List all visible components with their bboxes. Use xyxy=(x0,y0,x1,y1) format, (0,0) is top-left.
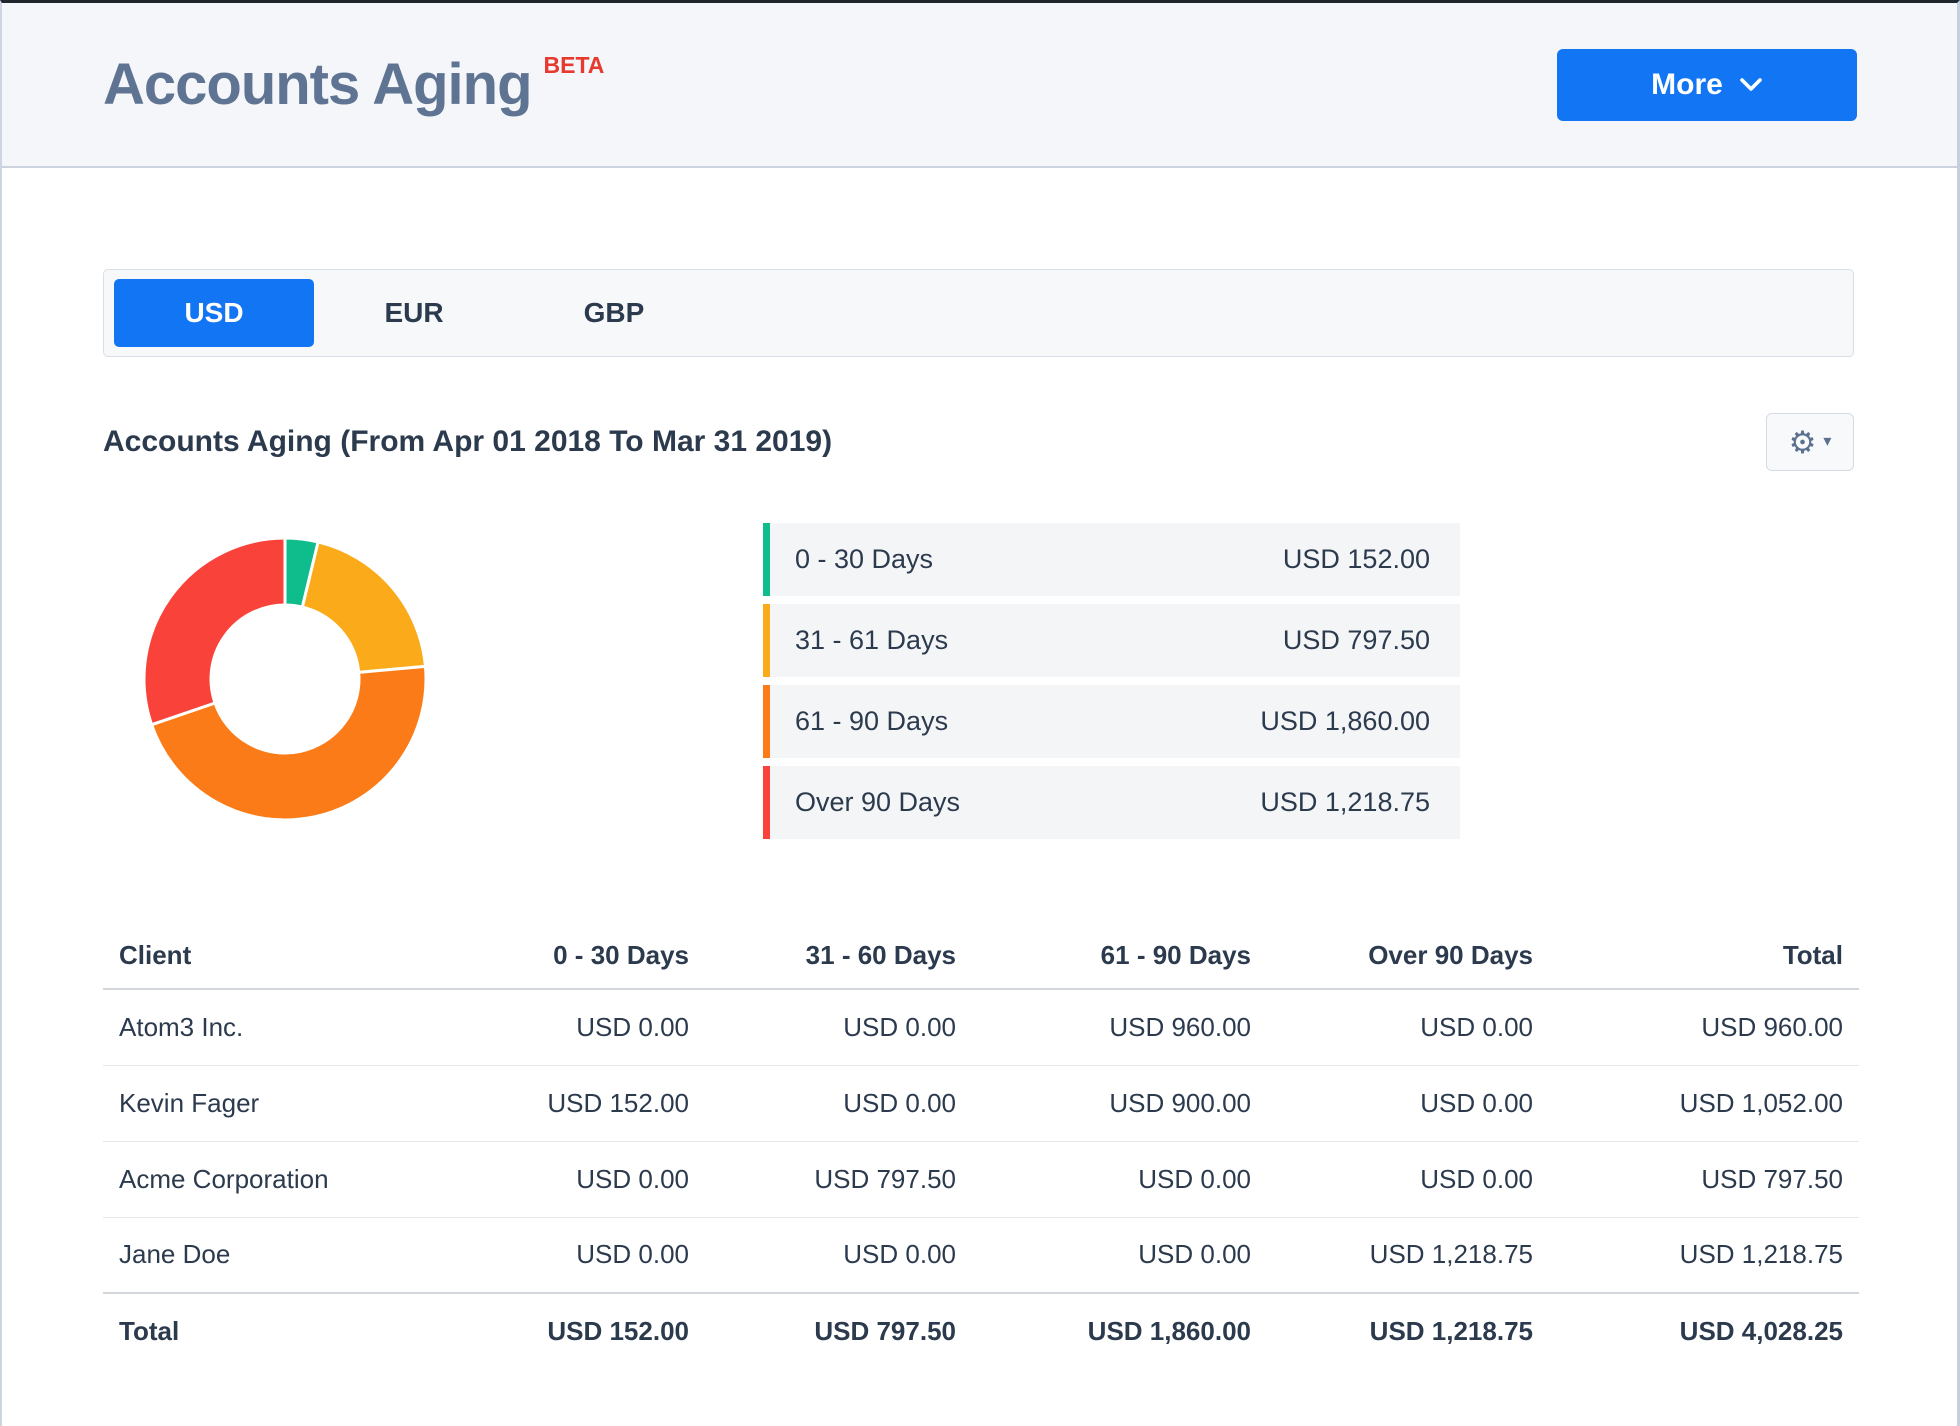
total-amount-cell: USD 1,860.00 xyxy=(1087,1316,1251,1346)
table-row: Jane Doe USD 0.00 USD 0.00 USD 0.00 USD 1,21… xyxy=(103,1217,1859,1294)
amount-cell: USD 0.00 xyxy=(972,1217,1267,1294)
donut-segment-1 xyxy=(300,540,428,674)
tab-gbp[interactable]: GBP xyxy=(514,279,714,347)
currency-tab-bar: USD EUR GBP xyxy=(103,269,1854,357)
column-header: 0 - 30 Days xyxy=(413,923,705,990)
main-content: USD EUR GBP Accounts Aging (From Apr 01 … xyxy=(2,269,1957,1369)
client-name-cell: Jane Doe xyxy=(103,1217,413,1294)
report-section-head: Accounts Aging (From Apr 01 2018 To Mar … xyxy=(103,413,1854,471)
legend-value: USD 797.50 xyxy=(1282,625,1430,655)
aging-table-header: Client 0 - 30 Days 31 - 60 Days 61 - 90 Day… xyxy=(103,923,1859,990)
column-header: 31 - 60 Days xyxy=(705,923,972,990)
amount-cell: USD 1,218.75 xyxy=(1267,1217,1549,1294)
legend-color-bar xyxy=(763,766,770,839)
total-amount-cell: USD 797.50 xyxy=(814,1316,956,1346)
legend-label: 31 - 61 Days xyxy=(795,625,949,655)
aging-donut-chart xyxy=(135,529,435,829)
amount-cell: USD 797.50 xyxy=(1549,1141,1859,1218)
client-name-cell: Atom3 Inc. xyxy=(103,989,413,1066)
report-title: Accounts Aging (From Apr 01 2018 To Mar … xyxy=(103,425,833,458)
amount-cell: USD 900.00 xyxy=(972,1065,1267,1142)
legend-row: 31 - 61 Days USD 797.50 xyxy=(763,604,1460,677)
client-name-cell: Kevin Fager xyxy=(103,1065,413,1142)
aging-table-footer: Total USD 152.00 USD 797.50 USD 1,860.00 USD… xyxy=(103,1293,1859,1369)
accounts-aging-page: Accounts Aging BETA More USD EUR GBP Acc… xyxy=(0,0,1960,1426)
column-header: Client xyxy=(103,923,413,990)
gear-icon: ⚙ xyxy=(1788,424,1817,460)
caret-down-icon: ▾ xyxy=(1823,433,1832,450)
aging-table: Client 0 - 30 Days 31 - 60 Days 61 - 90 Day… xyxy=(103,923,1859,1369)
legend-color-bar xyxy=(763,604,770,677)
amount-cell: USD 0.00 xyxy=(705,1065,972,1142)
column-header: Total xyxy=(1549,923,1859,990)
column-header: 61 - 90 Days xyxy=(972,923,1267,990)
amount-cell: USD 0.00 xyxy=(705,989,972,1066)
amount-cell: USD 0.00 xyxy=(413,1217,705,1294)
total-amount-cell: USD 4,028.25 xyxy=(1679,1316,1843,1346)
donut-segment-3 xyxy=(142,536,287,727)
amount-cell: USD 960.00 xyxy=(972,989,1267,1066)
amount-cell: USD 960.00 xyxy=(1549,989,1859,1066)
legend-label: Over 90 Days xyxy=(795,787,961,817)
amount-cell: USD 0.00 xyxy=(1267,989,1549,1066)
beta-badge: BETA xyxy=(543,51,605,78)
report-settings-button[interactable]: ⚙ ▾ xyxy=(1766,413,1854,471)
chevron-down-icon xyxy=(1740,78,1762,91)
tab-eur[interactable]: EUR xyxy=(314,279,514,347)
legend-value: USD 1,860.00 xyxy=(1260,706,1430,736)
amount-cell: USD 0.00 xyxy=(413,1141,705,1218)
aging-chart-area: 0 - 30 Days USD 152.00 31 - 61 Days USD 797… xyxy=(103,523,1854,845)
legend-value: USD 152.00 xyxy=(1282,544,1430,574)
legend-row: 0 - 30 Days USD 152.00 xyxy=(763,523,1460,596)
donut-legend: 0 - 30 Days USD 152.00 31 - 61 Days USD 797… xyxy=(763,523,1460,839)
total-amount-cell: USD 1,218.75 xyxy=(1369,1316,1533,1346)
amount-cell: USD 0.00 xyxy=(1267,1065,1549,1142)
total-amount-cell: USD 152.00 xyxy=(547,1316,689,1346)
amount-cell: USD 0.00 xyxy=(413,989,705,1066)
legend-row: Over 90 Days USD 1,218.75 xyxy=(763,766,1460,839)
legend-value: USD 1,218.75 xyxy=(1260,787,1430,817)
legend-label: 61 - 90 Days xyxy=(795,706,949,736)
legend-color-bar xyxy=(763,523,770,596)
amount-cell: USD 0.00 xyxy=(972,1141,1267,1218)
more-button[interactable]: More xyxy=(1557,48,1857,121)
legend-label: 0 - 30 Days xyxy=(795,544,934,574)
legend-color-bar xyxy=(763,685,770,758)
table-row: Atom3 Inc. USD 0.00 USD 0.00 USD 960.00 USD … xyxy=(103,989,1859,1066)
table-row: Acme Corporation USD 0.00 USD 797.50 USD 0.… xyxy=(103,1141,1859,1218)
page-title-wrap: Accounts Aging BETA xyxy=(103,51,604,117)
more-button-label: More xyxy=(1651,67,1723,101)
amount-cell: USD 152.00 xyxy=(413,1065,705,1142)
amount-cell: USD 1,218.75 xyxy=(1549,1217,1859,1294)
donut-svg xyxy=(142,536,428,822)
page-header: Accounts Aging BETA More xyxy=(2,3,1957,168)
legend-row: 61 - 90 Days USD 1,860.00 xyxy=(763,685,1460,758)
client-name-cell: Acme Corporation xyxy=(103,1141,413,1218)
table-row: Kevin Fager USD 152.00 USD 0.00 USD 900.00 U… xyxy=(103,1065,1859,1142)
total-label-cell: Total xyxy=(119,1316,180,1346)
amount-cell: USD 797.50 xyxy=(705,1141,972,1218)
amount-cell: USD 1,052.00 xyxy=(1549,1065,1859,1142)
amount-cell: USD 0.00 xyxy=(1267,1141,1549,1218)
column-header: Over 90 Days xyxy=(1267,923,1549,990)
page-title: Accounts Aging xyxy=(103,51,533,117)
tab-usd[interactable]: USD xyxy=(114,279,314,347)
amount-cell: USD 0.00 xyxy=(705,1217,972,1294)
